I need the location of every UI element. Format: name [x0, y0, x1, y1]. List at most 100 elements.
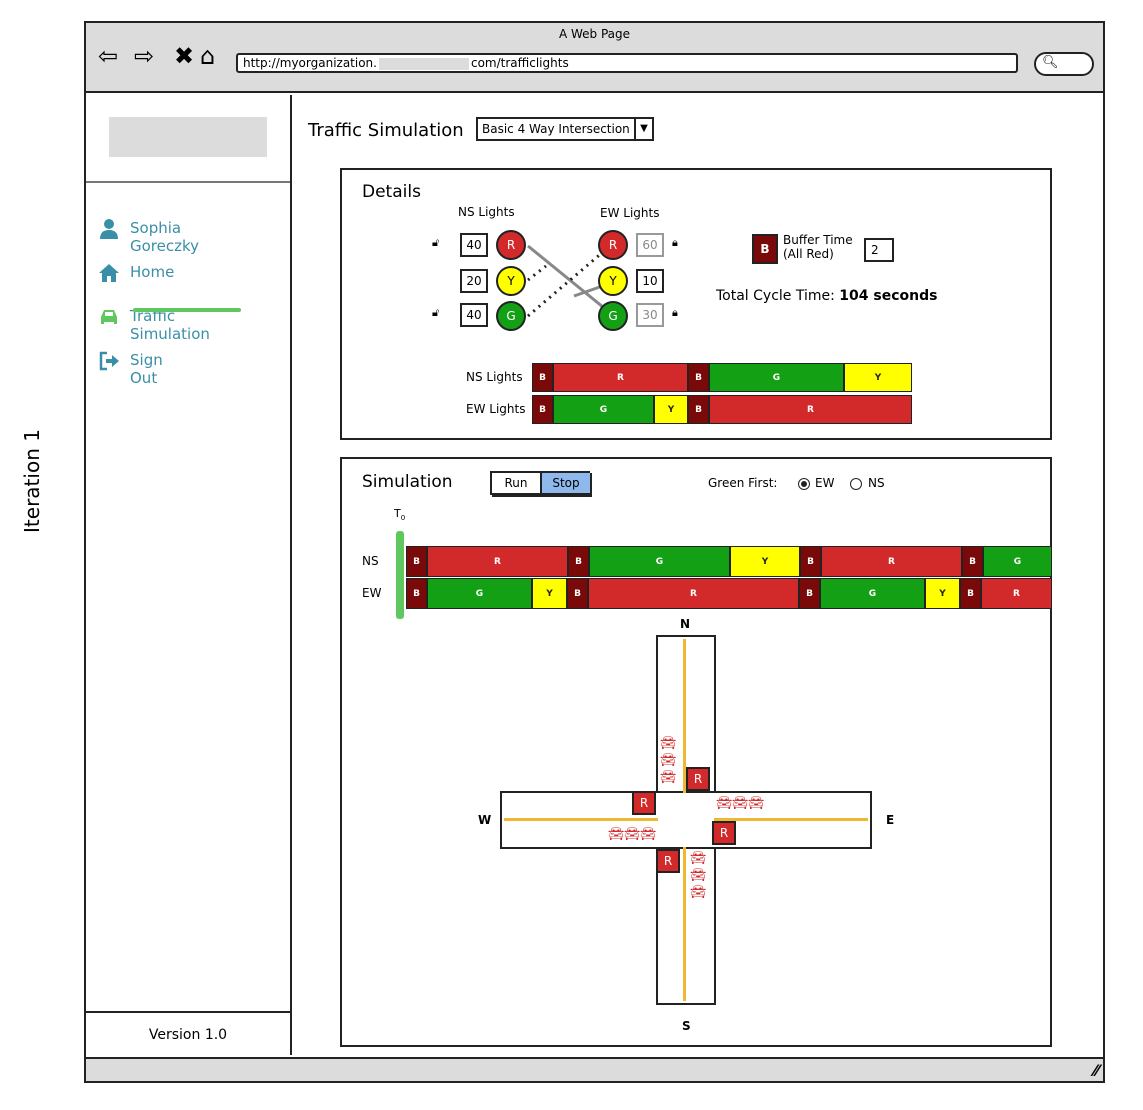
ew-center-line-east — [714, 818, 868, 821]
sim-ns-label: NS — [362, 554, 379, 568]
browser-statusbar: ⁄⁄ — [86, 1057, 1103, 1081]
timeline-segment-G: G — [820, 578, 925, 609]
t0-text: T — [394, 507, 401, 520]
details-panel: Details NS Lights EW Lights 🔓︎ 40 R 20 Y… — [340, 168, 1052, 440]
radio-ew[interactable] — [798, 478, 810, 490]
compass-north: N — [680, 617, 691, 631]
timeline-segment-G: G — [709, 363, 844, 392]
lock-icon[interactable]: 🔒︎ — [672, 236, 678, 250]
resize-grip-icon[interactable]: ⁄⁄ — [1094, 1061, 1099, 1080]
home-icon — [99, 264, 119, 282]
car-icon: 🚘︎ — [640, 827, 657, 842]
ew-green-lamp: G — [598, 301, 628, 331]
search-box[interactable]: 🔍︎ — [1034, 52, 1094, 76]
scenario-value: Basic 4 Way Intersection — [482, 122, 630, 136]
signal-north: R — [686, 767, 710, 791]
ns-red-duration[interactable]: 40 — [460, 233, 488, 257]
timeline-segment-B: B — [688, 395, 709, 424]
signal-east: R — [712, 821, 736, 845]
ns-lights-label: NS Lights — [458, 205, 515, 219]
iteration-label: Iteration 1 — [20, 429, 44, 533]
timeline-segment-R: R — [588, 578, 799, 609]
total-cycle-label: Total Cycle Time: — [716, 288, 840, 304]
time-cursor[interactable] — [396, 531, 404, 619]
total-cycle-time: Total Cycle Time: 104 seconds — [716, 288, 937, 304]
ew-red-duration: 60 — [636, 233, 664, 257]
ns-yellow-duration[interactable]: 20 — [460, 269, 488, 293]
run-button[interactable]: Run — [492, 473, 540, 493]
buffer-label: Buffer Time (All Red) — [783, 233, 853, 261]
radio-ns-label: NS — [868, 476, 885, 490]
car-icon: 🚘︎ — [748, 796, 765, 811]
sim-ew-label: EW — [362, 586, 382, 600]
car-icon: 🚘︎ — [690, 851, 707, 866]
timeline-segment-G: G — [553, 395, 654, 424]
buffer-time-input[interactable]: 2 — [864, 238, 894, 262]
timeline-segment-R: R — [553, 363, 688, 392]
ew-timeline: BGYBR — [532, 395, 912, 424]
timeline-segment-Y: Y — [654, 395, 688, 424]
forward-icon[interactable]: ⇨ — [134, 43, 154, 69]
active-underline — [133, 308, 241, 312]
signal-west: R — [632, 791, 656, 815]
sidebar-item-label: Home — [130, 263, 175, 281]
home-nav-icon[interactable]: ⌂ — [200, 43, 215, 69]
timeline-segment-R: R — [427, 546, 568, 577]
timeline-segment-Y: Y — [844, 363, 912, 392]
timeline-segment-R: R — [821, 546, 962, 577]
car-icon: 🚘︎ — [690, 885, 707, 900]
radio-ew-label: EW — [815, 476, 835, 490]
timeline-segment-G: G — [589, 546, 730, 577]
timeline-segment-B: B — [960, 578, 981, 609]
sidebar-item-label: Traffic Simulation — [130, 307, 210, 343]
sim-ns-timeline: BRBGYBRBG — [406, 546, 1052, 577]
t0-label: T0 — [394, 507, 405, 522]
total-cycle-value: 104 seconds — [839, 288, 938, 304]
search-icon: 🔍︎ — [1042, 55, 1059, 70]
sim-ew-timeline: BGYBRBGYBR — [406, 578, 1052, 609]
browser-toolbar: A Web Page ⇦ ⇨ ✖ ⌂ http://myorganization… — [86, 23, 1103, 93]
timeline-segment-Y: Y — [925, 578, 960, 609]
radio-ns[interactable] — [850, 478, 862, 490]
sidebar-divider — [86, 181, 290, 183]
compass-east: E — [886, 813, 895, 827]
car-icon: 🚘︎ — [624, 827, 641, 842]
stop-icon[interactable]: ✖ — [174, 43, 194, 69]
buffer-swatch: B — [752, 234, 778, 264]
ns-green-duration[interactable]: 40 — [460, 303, 488, 327]
timeline-segment-B: B — [568, 546, 589, 577]
timeline-segment-B: B — [532, 363, 553, 392]
sidebar: Sophia Goreczky Home Traffic Simulation … — [86, 95, 292, 1055]
ew-center-line-west — [504, 818, 658, 821]
url-suffix: com/trafficlights — [470, 56, 569, 70]
compass-west: W — [478, 813, 492, 827]
scenario-select[interactable]: Basic 4 Way Intersection ▼ — [476, 117, 654, 141]
stop-button[interactable]: Stop — [540, 473, 590, 493]
ns-red-lamp: R — [496, 230, 526, 260]
buffer-label-line1: Buffer Time — [783, 233, 853, 247]
version-divider — [86, 1011, 290, 1013]
lock-icon[interactable]: 🔒︎ — [672, 306, 678, 320]
timeline-segment-B: B — [532, 395, 553, 424]
signal-south: R — [656, 849, 680, 873]
unlock-icon[interactable]: 🔓︎ — [432, 306, 439, 320]
timeline-segment-G: G — [427, 578, 532, 609]
timeline-segment-B: B — [406, 578, 427, 609]
logo-placeholder — [109, 117, 267, 157]
timeline-segment-B: B — [962, 546, 983, 577]
timeline-segment-B: B — [799, 578, 820, 609]
ew-green-duration: 30 — [636, 303, 664, 327]
back-icon[interactable]: ⇦ — [98, 43, 118, 69]
browser-window: A Web Page ⇦ ⇨ ✖ ⌂ http://myorganization… — [84, 21, 1105, 1083]
url-bar[interactable]: http://myorganization. com/trafficlights — [236, 53, 1018, 73]
unlock-icon[interactable]: 🔓︎ — [432, 236, 439, 250]
timeline-segment-B: B — [688, 363, 709, 392]
sidebar-item-label: Sophia Goreczky — [130, 219, 200, 255]
timeline-segment-R: R — [981, 578, 1052, 609]
buffer-label-line2: (All Red) — [783, 247, 834, 261]
ew-red-lamp: R — [598, 230, 628, 260]
simulation-panel: Simulation Run Stop Green First: EW NS T… — [340, 457, 1052, 1047]
ew-yellow-duration[interactable]: 10 — [636, 269, 664, 293]
timeline-segment-B: B — [406, 546, 427, 577]
window-title: A Web Page — [558, 27, 631, 41]
